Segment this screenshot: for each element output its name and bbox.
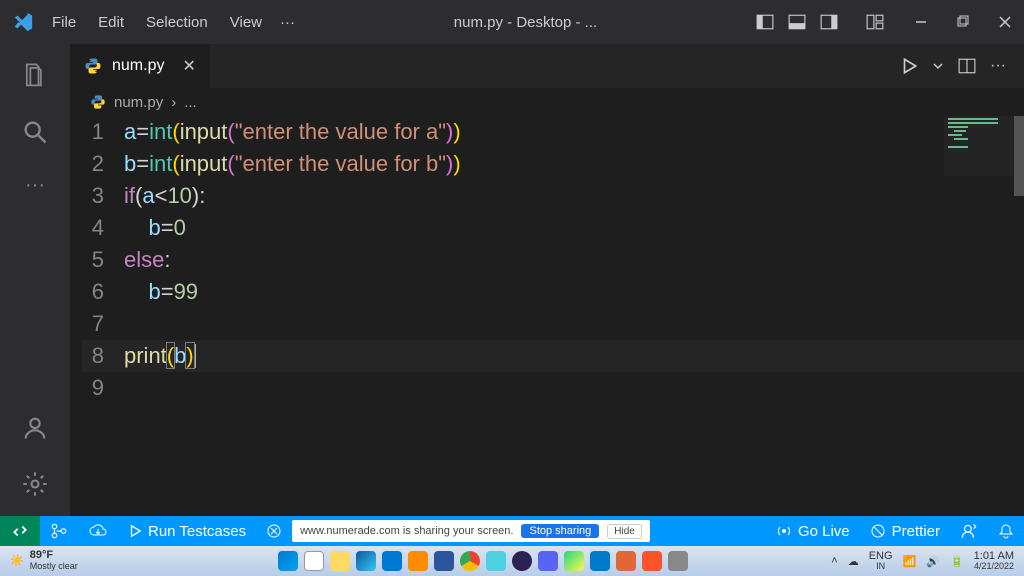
tab-bar: num.py ✕ ··· bbox=[70, 44, 1024, 88]
window-controls bbox=[914, 15, 1012, 29]
clock[interactable]: 1:01 AM4/21/2022 bbox=[974, 551, 1014, 571]
run-icon[interactable] bbox=[900, 57, 918, 75]
menu-overflow-icon[interactable]: ··· bbox=[280, 14, 295, 31]
stop-sharing-button[interactable]: Stop sharing bbox=[521, 524, 599, 538]
run-dropdown-icon[interactable] bbox=[932, 60, 944, 72]
weather-sun-icon: ☀️ bbox=[10, 556, 24, 567]
close-icon[interactable] bbox=[998, 15, 1012, 29]
word-app-icon[interactable] bbox=[434, 551, 454, 571]
scrollbar-thumb[interactable] bbox=[1014, 116, 1024, 196]
main-area: ··· num.py ✕ ··· num.py › ... bbox=[0, 44, 1024, 516]
language-indicator[interactable]: ENGIN bbox=[869, 551, 893, 571]
layout-grid-icon[interactable] bbox=[866, 13, 884, 31]
python-file-icon bbox=[90, 94, 106, 110]
wifi-icon[interactable]: 📶 bbox=[903, 555, 917, 568]
search-icon[interactable] bbox=[21, 118, 49, 146]
feedback-icon[interactable] bbox=[950, 522, 988, 540]
edge-app-icon[interactable] bbox=[356, 551, 376, 571]
menu-edit[interactable]: Edit bbox=[98, 14, 124, 31]
taskbar-apps bbox=[278, 551, 688, 571]
line-number: 2 bbox=[82, 148, 124, 180]
go-live-button[interactable]: Go Live bbox=[766, 523, 860, 540]
share-text: www.numerade.com is sharing your screen. bbox=[300, 525, 513, 537]
eclipse-app-icon[interactable] bbox=[512, 551, 532, 571]
minimize-icon[interactable] bbox=[914, 15, 928, 29]
vscode-app-icon[interactable] bbox=[590, 551, 610, 571]
explorer-icon[interactable] bbox=[21, 62, 49, 90]
menu-bar: File Edit Selection View bbox=[52, 14, 262, 31]
maximize-icon[interactable] bbox=[956, 15, 970, 29]
panel-left-icon[interactable] bbox=[756, 13, 774, 31]
layout-controls bbox=[756, 13, 884, 31]
weather-cond: Mostly clear bbox=[30, 561, 78, 572]
line-number: 4 bbox=[82, 212, 124, 244]
discord-app-icon[interactable] bbox=[538, 551, 558, 571]
text-cursor bbox=[194, 344, 196, 368]
vscode-logo-icon bbox=[12, 11, 34, 33]
line-number: 1 bbox=[82, 116, 124, 148]
notepad-app-icon[interactable] bbox=[486, 551, 506, 571]
breadcrumb-filename: num.py bbox=[114, 94, 163, 111]
status-bar: Run Testcases www.numerade.com is sharin… bbox=[0, 516, 1024, 546]
line-number: 3 bbox=[82, 180, 124, 212]
tab-filename: num.py bbox=[112, 57, 164, 75]
onedrive-icon[interactable]: ☁ bbox=[848, 555, 859, 568]
cloud-sync-icon[interactable] bbox=[78, 523, 118, 539]
minimap[interactable] bbox=[944, 116, 1024, 176]
editor-area: num.py ✕ ··· num.py › ... 1a=int(input("… bbox=[70, 44, 1024, 516]
windows-taskbar: ☀️ 89°F Mostly clear ˄ ☁ ENGIN 📶 🔊 🔋 bbox=[0, 546, 1024, 576]
source-control-icon[interactable] bbox=[40, 522, 78, 540]
window-title: num.py - Desktop - ... bbox=[295, 14, 756, 31]
tab-close-icon[interactable]: ✕ bbox=[182, 56, 195, 76]
prettier-button[interactable]: Prettier bbox=[860, 523, 950, 540]
weather-widget[interactable]: ☀️ 89°F Mostly clear bbox=[0, 550, 78, 572]
task-view-icon[interactable] bbox=[304, 551, 324, 571]
run-testcases-button[interactable]: Run Testcases bbox=[118, 523, 256, 540]
overflow-icon[interactable]: ··· bbox=[25, 174, 45, 197]
code-editor[interactable]: 1a=int(input("enter the value for a")) 2… bbox=[70, 116, 1024, 516]
screen-share-banner: www.numerade.com is sharing your screen.… bbox=[292, 520, 650, 542]
tray-chevron-icon[interactable]: ˄ bbox=[831, 555, 837, 567]
settings-gear-icon[interactable] bbox=[21, 470, 49, 498]
panel-right-icon[interactable] bbox=[820, 13, 838, 31]
breadcrumb[interactable]: num.py › ... bbox=[70, 88, 1024, 116]
mail-app-icon[interactable] bbox=[382, 551, 402, 571]
settings-app-icon[interactable] bbox=[668, 551, 688, 571]
weather-temp: 89°F bbox=[30, 550, 78, 561]
panel-bottom-icon[interactable] bbox=[788, 13, 806, 31]
vlc-app-icon[interactable] bbox=[408, 551, 428, 571]
line-number: 9 bbox=[82, 372, 124, 404]
hide-sharing-button[interactable]: Hide bbox=[607, 524, 642, 539]
line-number: 8 bbox=[82, 340, 124, 372]
line-number: 7 bbox=[82, 308, 124, 340]
chevron-right-icon: › bbox=[171, 94, 176, 111]
pycharm-app-icon[interactable] bbox=[564, 551, 584, 571]
menu-view[interactable]: View bbox=[230, 14, 262, 31]
error-icon[interactable] bbox=[256, 523, 292, 539]
brave-app-icon[interactable] bbox=[642, 551, 662, 571]
matlab-app-icon[interactable] bbox=[616, 551, 636, 571]
line-number: 5 bbox=[82, 244, 124, 276]
editor-more-icon[interactable]: ··· bbox=[990, 57, 1006, 75]
title-bar: File Edit Selection View ··· num.py - De… bbox=[0, 0, 1024, 44]
activity-bar: ··· bbox=[0, 44, 70, 516]
split-editor-icon[interactable] bbox=[958, 57, 976, 75]
account-icon[interactable] bbox=[21, 414, 49, 442]
breadcrumb-ellipsis: ... bbox=[184, 94, 197, 111]
bell-icon[interactable] bbox=[988, 523, 1024, 539]
start-icon[interactable] bbox=[278, 551, 298, 571]
system-tray: ˄ ☁ ENGIN 📶 🔊 🔋 1:01 AM4/21/2022 bbox=[831, 551, 1024, 571]
remote-icon[interactable] bbox=[0, 516, 40, 546]
explorer-app-icon[interactable] bbox=[330, 551, 350, 571]
editor-actions: ··· bbox=[900, 57, 1024, 75]
menu-selection[interactable]: Selection bbox=[146, 14, 208, 31]
chrome-app-icon[interactable] bbox=[460, 551, 480, 571]
menu-file[interactable]: File bbox=[52, 14, 76, 31]
tab-num-py[interactable]: num.py ✕ bbox=[70, 44, 210, 88]
line-number: 6 bbox=[82, 276, 124, 308]
battery-icon[interactable]: 🔋 bbox=[950, 555, 964, 568]
volume-icon[interactable]: 🔊 bbox=[926, 555, 940, 568]
python-file-icon bbox=[84, 57, 102, 75]
